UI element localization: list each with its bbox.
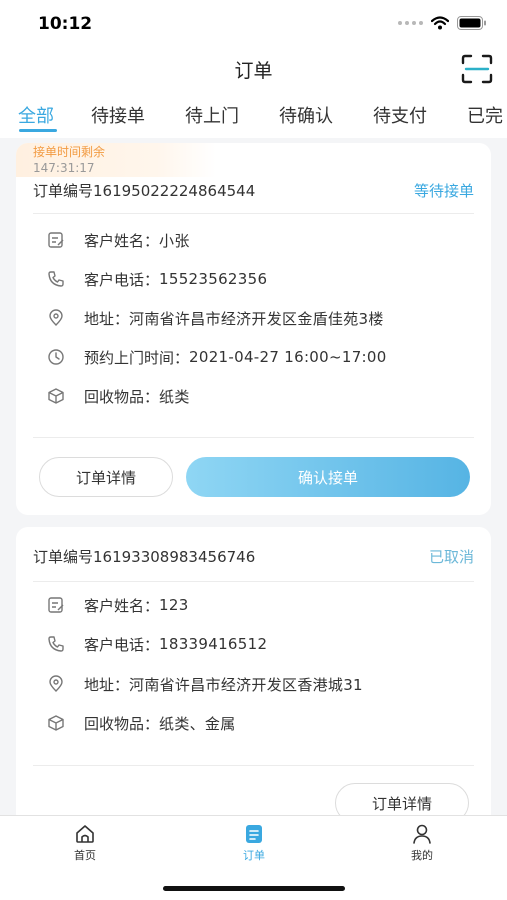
- scan-icon[interactable]: [461, 54, 493, 84]
- items-value: 纸类、金属: [159, 714, 236, 733]
- clock-icon: [46, 347, 66, 367]
- tab-pending-visit[interactable]: 待上门: [185, 102, 239, 128]
- package-box-icon: [46, 713, 66, 733]
- battery-icon: [457, 16, 487, 30]
- countdown-label: 接单时间剩余: [33, 145, 106, 159]
- tab-pending-payment[interactable]: 待支付: [373, 102, 427, 128]
- address-row: 地址： 河南省许昌市经济开发区香港城31: [46, 672, 363, 696]
- phone-value: 15523562356: [159, 270, 268, 288]
- package-box-icon: [46, 386, 66, 406]
- divider: [33, 437, 474, 438]
- items-label: 回收物品：: [84, 714, 160, 733]
- customer-name-value: 小张: [159, 231, 190, 250]
- divider: [33, 765, 474, 766]
- phone-label: 客户电话：: [84, 635, 160, 654]
- items-row: 回收物品： 纸类: [46, 384, 190, 408]
- home-icon: [74, 823, 96, 845]
- appointment-label: 预约上门时间：: [84, 348, 190, 367]
- nav-bar: 订单: [0, 50, 507, 92]
- status-time: 10:12: [38, 14, 93, 34]
- phone-icon: [46, 269, 66, 289]
- items-value: 纸类: [159, 387, 190, 406]
- order-card: 订单编号16193308983456746 已取消 客户姓名： 123 客户电话…: [16, 527, 491, 827]
- wifi-icon: [431, 16, 449, 30]
- home-indicator: [163, 886, 345, 891]
- phone-icon: [46, 634, 66, 654]
- order-status-tabs: 全部 待接单 待上门 待确认 待支付 已完: [0, 92, 507, 138]
- page-title: 订单: [234, 60, 273, 82]
- customer-name-value: 123: [159, 596, 189, 614]
- tab-pending-accept[interactable]: 待接单: [91, 102, 145, 128]
- tabbar-item-orders[interactable]: 订单: [224, 823, 284, 863]
- edit-note-icon: [46, 595, 66, 615]
- countdown-time: 147:31:17: [33, 161, 95, 175]
- address-value: 河南省许昌市经济开发区金盾佳苑3楼: [129, 309, 384, 328]
- tabbar-item-home[interactable]: 首页: [55, 823, 115, 863]
- order-header: 订单编号16195022224864544 等待接单: [33, 175, 474, 205]
- order-detail-button[interactable]: 订单详情: [39, 457, 173, 497]
- order-status: 等待接单: [413, 181, 474, 200]
- countdown-banner: 接单时间剩余 147:31:17: [16, 143, 216, 177]
- tab-all[interactable]: 全部: [18, 102, 54, 128]
- order-list-icon: [243, 823, 265, 845]
- appointment-value: 2021-04-27 16:00~17:00: [189, 348, 387, 366]
- phone-label: 客户电话：: [84, 270, 160, 289]
- tabbar-label: 订单: [243, 849, 265, 862]
- status-icons: [398, 16, 487, 30]
- tabbar-label: 我的: [411, 849, 433, 862]
- location-pin-icon: [46, 674, 66, 694]
- customer-name-label: 客户姓名：: [84, 596, 160, 615]
- status-bar: 10:12: [0, 0, 507, 50]
- address-row: 地址： 河南省许昌市经济开发区金盾佳苑3楼: [46, 306, 384, 330]
- order-number: 订单编号16195022224864544: [33, 181, 256, 200]
- appointment-row: 预约上门时间： 2021-04-27 16:00~17:00: [46, 345, 387, 369]
- order-status: 已取消: [428, 547, 474, 566]
- address-label: 地址：: [84, 675, 130, 694]
- tabbar-item-profile[interactable]: 我的: [392, 823, 452, 863]
- address-value: 河南省许昌市经济开发区香港城31: [129, 675, 363, 694]
- items-row: 回收物品： 纸类、金属: [46, 711, 236, 735]
- order-card: 接单时间剩余 147:31:17 订单编号16195022224864544 等…: [16, 143, 491, 515]
- signal-icon: [398, 21, 423, 25]
- tabbar-label: 首页: [74, 849, 96, 862]
- customer-name-row: 客户姓名： 小张: [46, 228, 190, 252]
- customer-name-label: 客户姓名：: [84, 231, 160, 250]
- divider: [33, 213, 474, 214]
- confirm-accept-button[interactable]: 确认接单: [186, 457, 470, 497]
- user-icon: [411, 823, 433, 845]
- order-header: 订单编号16193308983456746 已取消: [33, 541, 474, 571]
- tab-active-indicator: [19, 129, 57, 132]
- items-label: 回收物品：: [84, 387, 160, 406]
- tab-pending-confirm[interactable]: 待确认: [279, 102, 333, 128]
- phone-value: 18339416512: [159, 635, 268, 653]
- phone-row: 客户电话： 15523562356: [46, 267, 267, 291]
- location-pin-icon: [46, 308, 66, 328]
- divider: [33, 581, 474, 582]
- customer-name-row: 客户姓名： 123: [46, 593, 189, 617]
- phone-row: 客户电话： 18339416512: [46, 632, 267, 656]
- order-number: 订单编号16193308983456746: [33, 547, 256, 566]
- tab-completed[interactable]: 已完: [467, 102, 503, 128]
- address-label: 地址：: [84, 309, 130, 328]
- edit-note-icon: [46, 230, 66, 250]
